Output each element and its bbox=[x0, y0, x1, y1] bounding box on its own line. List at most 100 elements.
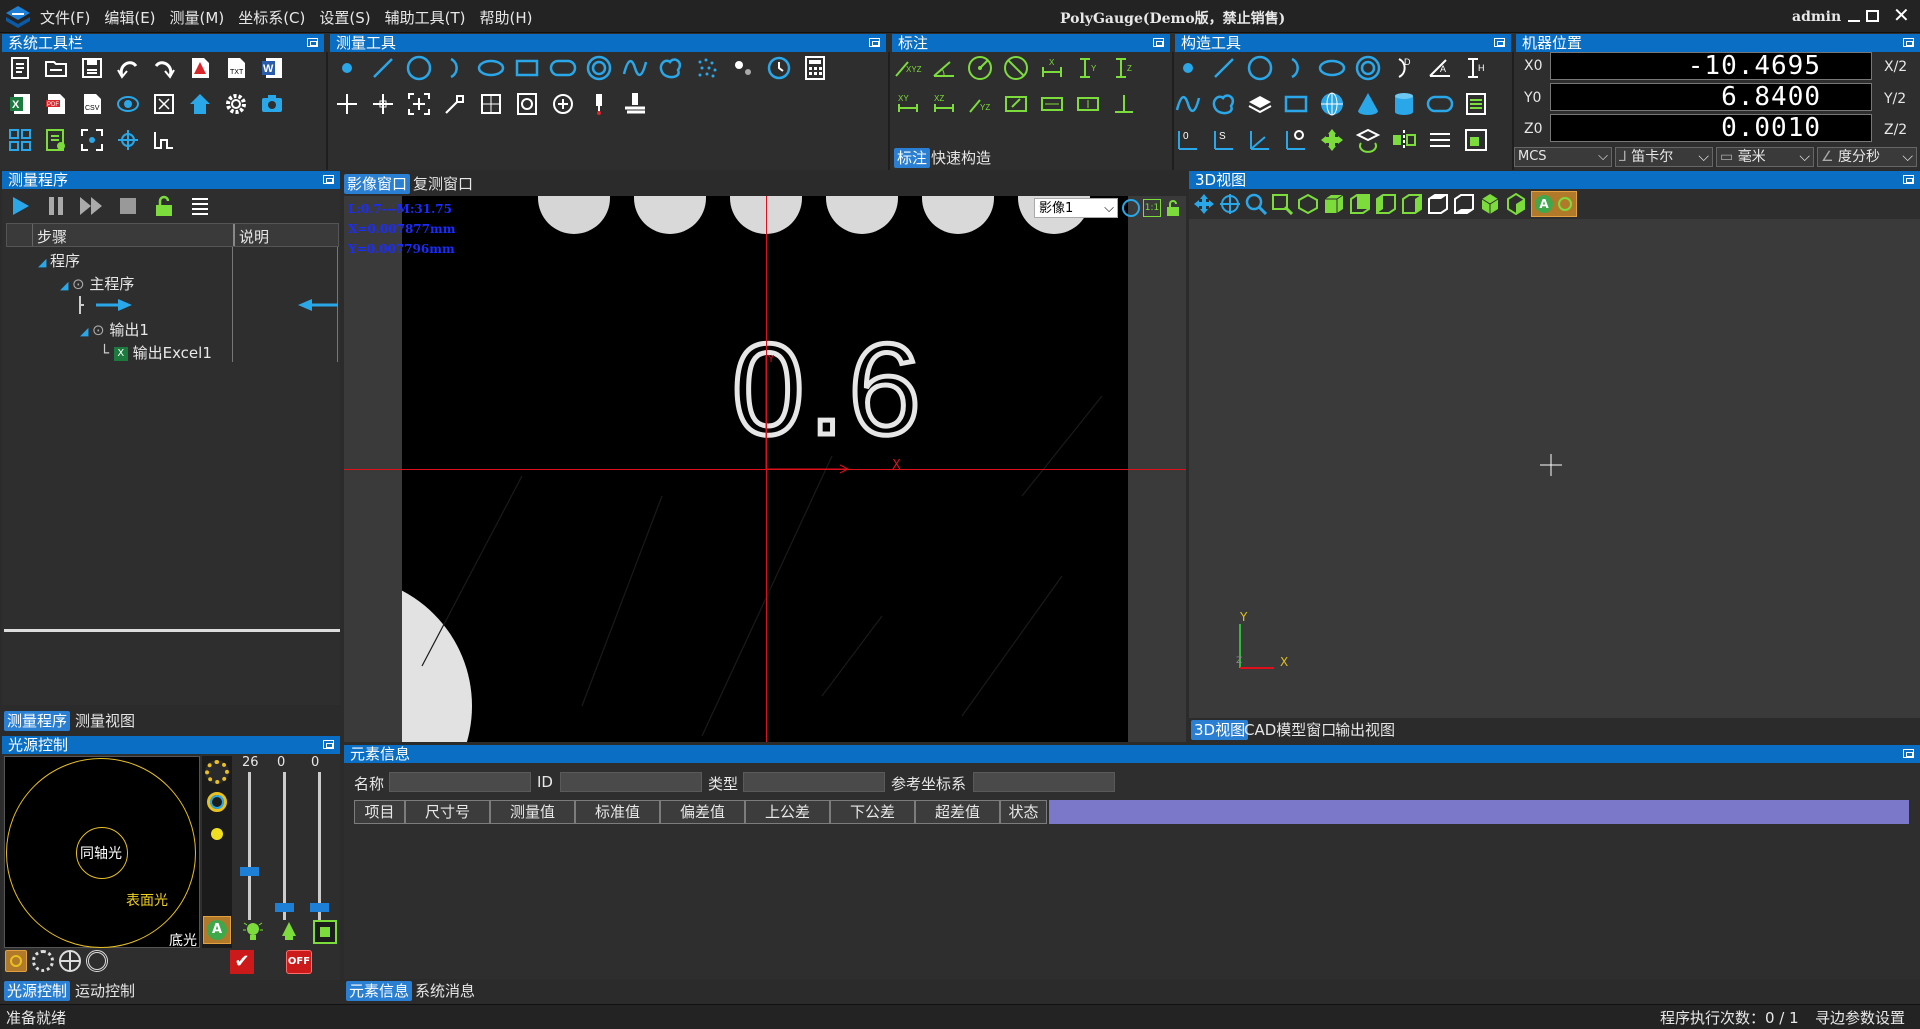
calculator-icon[interactable] bbox=[801, 54, 829, 82]
image-source-select[interactable]: 影像1 ⌵ bbox=[1034, 198, 1118, 218]
light-slider-3-thumb[interactable] bbox=[310, 903, 329, 912]
view-iso-icon[interactable] bbox=[1479, 193, 1501, 215]
rectangle-tool-icon[interactable] bbox=[513, 54, 541, 82]
step-icon[interactable] bbox=[150, 126, 178, 154]
name-field[interactable] bbox=[389, 772, 531, 792]
excel-export-icon[interactable]: X bbox=[6, 90, 34, 118]
curve-tool-icon[interactable] bbox=[621, 54, 649, 82]
focus-icon[interactable] bbox=[78, 126, 106, 154]
new-program-icon[interactable] bbox=[6, 54, 34, 82]
id-field[interactable] bbox=[560, 772, 702, 792]
rotate-view-icon[interactable] bbox=[1219, 193, 1241, 215]
target-icon[interactable] bbox=[114, 126, 142, 154]
construct-sphere-icon[interactable] bbox=[1318, 90, 1346, 118]
ellipse-tool-icon[interactable] bbox=[477, 54, 505, 82]
radius-icon[interactable] bbox=[966, 54, 994, 82]
axis-x-half-button[interactable]: X/2 bbox=[1884, 59, 1907, 75]
construct-angle-icon[interactable]: A bbox=[1426, 54, 1454, 82]
light-off-button[interactable]: OFF bbox=[286, 950, 312, 974]
light-slider-2-thumb[interactable] bbox=[275, 903, 294, 912]
zoom-1to1-icon[interactable]: 1:1 bbox=[1143, 199, 1161, 217]
coord-type-select[interactable]: ⅃ 笛卡尔 ⌵ bbox=[1615, 147, 1713, 167]
col-status[interactable]: 状态 bbox=[1000, 800, 1047, 824]
program-splitter[interactable] bbox=[4, 629, 340, 632]
save-icon[interactable] bbox=[78, 54, 106, 82]
align-icon[interactable] bbox=[1282, 126, 1310, 154]
tab-quick-construct[interactable]: 快速构造 bbox=[928, 148, 994, 168]
edge-probe-icon[interactable] bbox=[441, 90, 469, 118]
redo-icon[interactable] bbox=[150, 54, 178, 82]
x-dimension-icon[interactable] bbox=[1038, 90, 1066, 118]
construct-plane-icon[interactable] bbox=[1246, 90, 1274, 118]
fit-image-icon[interactable] bbox=[1122, 199, 1140, 217]
line-tool-icon[interactable] bbox=[369, 54, 397, 82]
tab-element-info[interactable]: 元素信息 bbox=[346, 981, 413, 1001]
mode-quadrant-icon[interactable] bbox=[59, 950, 81, 972]
fast-forward-icon[interactable] bbox=[78, 192, 106, 220]
point-tool-icon[interactable] bbox=[333, 54, 361, 82]
construct-cone-icon[interactable] bbox=[1354, 90, 1382, 118]
col-lower-tol[interactable]: 下公差 bbox=[830, 800, 915, 824]
origin-icon[interactable]: 0 bbox=[1174, 126, 1202, 154]
construct-curve-icon[interactable] bbox=[1174, 90, 1202, 118]
tab-annotation[interactable]: 标注 bbox=[894, 148, 931, 168]
y-dimension-icon[interactable] bbox=[1074, 90, 1102, 118]
open-folder-icon[interactable] bbox=[42, 54, 70, 82]
col-measured[interactable]: 测量值 bbox=[490, 800, 575, 824]
col-dim-no[interactable]: 尺寸号 bbox=[405, 800, 490, 824]
light-slider-1-track[interactable] bbox=[248, 772, 251, 920]
light-enable-checkbox[interactable]: ✔ bbox=[230, 950, 254, 974]
center-box-icon[interactable] bbox=[405, 90, 433, 118]
construct-line-icon[interactable] bbox=[1210, 54, 1238, 82]
tab-3d-view[interactable]: 3D视图 bbox=[1191, 720, 1249, 740]
light-slider-2-track[interactable] bbox=[283, 772, 286, 920]
menu-edit[interactable]: 编辑(E) bbox=[104, 7, 155, 27]
col-item[interactable]: 项目 bbox=[354, 800, 405, 824]
unit-select[interactable]: ▭ 毫米 ⌵ bbox=[1716, 147, 1814, 167]
ring-light-icon[interactable] bbox=[205, 760, 229, 784]
edit-dimension-icon[interactable] bbox=[1002, 90, 1030, 118]
close-button[interactable]: ✕ bbox=[1893, 5, 1911, 25]
arc-tool-icon[interactable] bbox=[441, 54, 469, 82]
construct-cylinder-icon[interactable] bbox=[1390, 90, 1418, 118]
mode-segment-icon[interactable] bbox=[32, 950, 54, 972]
zoom-view-icon[interactable] bbox=[1245, 193, 1268, 216]
construct-height-icon[interactable]: H bbox=[1462, 54, 1490, 82]
fit-3d-icon[interactable] bbox=[1297, 193, 1319, 215]
auto-light-button[interactable]: A bbox=[203, 916, 231, 944]
unlock-icon[interactable] bbox=[150, 192, 178, 220]
cad-import-icon[interactable] bbox=[186, 54, 214, 82]
view-left-icon[interactable] bbox=[1375, 193, 1397, 215]
tree-item-main[interactable]: ◢ ⊙ 主程序 bbox=[60, 273, 134, 293]
report-icon[interactable] bbox=[42, 126, 70, 154]
pan-icon[interactable] bbox=[1193, 193, 1215, 215]
home-icon[interactable] bbox=[186, 90, 214, 118]
coord-system-select[interactable]: MCS ⌵ bbox=[1514, 147, 1612, 167]
tab-motion-control[interactable]: 运动控制 bbox=[72, 981, 138, 1001]
slot-tool-icon[interactable] bbox=[549, 54, 577, 82]
contact-probe-icon[interactable] bbox=[585, 90, 613, 118]
menu-help[interactable]: 帮助(H) bbox=[479, 7, 532, 27]
xyz-distance-icon[interactable]: XYZ bbox=[894, 54, 922, 82]
transform-icon[interactable] bbox=[1462, 126, 1490, 154]
y-distance-icon[interactable]: Y bbox=[1074, 54, 1102, 82]
light-slider-3-track[interactable] bbox=[318, 772, 321, 920]
col-upper-tol[interactable]: 上公差 bbox=[745, 800, 830, 824]
construct-slot-icon[interactable] bbox=[1426, 90, 1454, 118]
distribute-icon[interactable] bbox=[1426, 126, 1454, 154]
construct-point-icon[interactable] bbox=[1174, 54, 1202, 82]
tab-image-window[interactable]: 影像窗口 bbox=[344, 174, 411, 194]
menu-coordinate[interactable]: 坐标系(C) bbox=[238, 7, 305, 27]
rotate-axis-icon[interactable] bbox=[1246, 126, 1274, 154]
col-out-tol[interactable]: 超差值 bbox=[915, 800, 1000, 824]
surface-bulb-icon[interactable] bbox=[243, 920, 263, 944]
tree-item-output[interactable]: ◢ ⊙ 输出1 bbox=[80, 319, 149, 339]
maximize-button[interactable] bbox=[1866, 10, 1879, 22]
gear-icon[interactable] bbox=[222, 90, 250, 118]
csv-export-icon[interactable]: CSV bbox=[78, 90, 106, 118]
tab-measure-program[interactable]: 测量程序 bbox=[4, 711, 71, 731]
coaxial-bulb-icon[interactable] bbox=[278, 920, 300, 944]
z-distance-icon[interactable]: Z bbox=[1110, 54, 1138, 82]
fit-view-icon[interactable] bbox=[150, 90, 178, 118]
list-icon[interactable] bbox=[186, 192, 214, 220]
